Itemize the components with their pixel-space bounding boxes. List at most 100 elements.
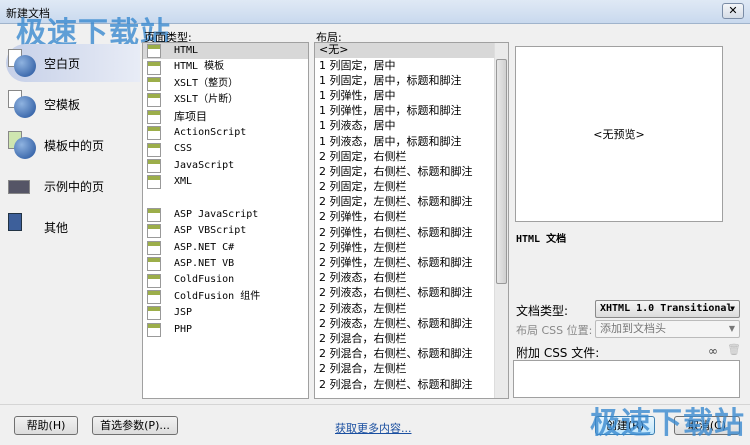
doctype-select[interactable]: XHTML 1.0 Transitional ▼ (595, 300, 740, 318)
doctype-value: XHTML 1.0 Transitional (600, 303, 733, 314)
link-icon[interactable]: ∞ (708, 344, 718, 358)
layout-scrollbar[interactable] (494, 43, 508, 398)
preferences-button[interactable]: 首选参数(P)... (92, 416, 178, 435)
page-type-label: 库项目 (174, 109, 207, 123)
layout-item[interactable]: 2 列液态，左侧栏、标题和脚注 (315, 316, 494, 331)
page-type-item[interactable]: HTML (143, 43, 308, 60)
layout-item[interactable]: 1 列液态，居中，标题和脚注 (315, 134, 494, 149)
get-more-content-link[interactable]: 获取更多内容... (335, 420, 412, 436)
page-type-item[interactable]: XSLT（片断） (143, 92, 308, 108)
page-type-label: CSS (174, 143, 193, 155)
chevron-down-icon: ▼ (728, 324, 735, 333)
layout-item[interactable]: 2 列固定，左侧栏 (315, 180, 494, 195)
category-list: 空白页 空模板 模板中的页 示例中的页 其他 (0, 40, 140, 400)
page-type-item[interactable]: 库项目 (143, 109, 308, 125)
category-label: 示例中的页 (44, 179, 105, 194)
page-type-item[interactable]: ASP.NET VB (143, 256, 308, 272)
layout-item[interactable]: 2 列液态，左侧栏 (315, 301, 494, 316)
page-type-item[interactable]: ASP.NET C# (143, 240, 308, 256)
preview-box: <无预览> (515, 46, 723, 222)
page-type-item[interactable]: ASP VBScript (143, 223, 308, 239)
file-icon (147, 44, 161, 59)
close-button[interactable]: ✕ (722, 3, 744, 19)
layout-item[interactable]: 1 列弹性，居中，标题和脚注 (315, 104, 494, 119)
watermark: 极速下载站 (590, 406, 745, 441)
category-other[interactable]: 其他 (6, 208, 140, 246)
layout-item[interactable]: 2 列混合，左侧栏、标题和脚注 (315, 377, 494, 392)
layout-item[interactable]: 1 列弹性，居中 (315, 89, 494, 104)
layout-item[interactable]: 2 列固定，右侧栏 (315, 149, 494, 164)
page-type-item[interactable]: CSS (143, 141, 308, 157)
file-icon (147, 257, 161, 272)
page-type-item[interactable]: XML (143, 174, 308, 190)
page-type-label: JSP (174, 307, 193, 319)
file-icon (147, 273, 161, 288)
layout-item[interactable]: 2 列混合，右侧栏 (315, 332, 494, 347)
layout-list[interactable]: <无> 1 列固定，居中 1 列固定，居中，标题和脚注 1 列弹性，居中 1 列弹性，居… (314, 42, 509, 399)
file-icon (147, 322, 161, 337)
css-position-label: 布局 CSS 位置: (516, 324, 593, 337)
scrollbar-thumb[interactable] (496, 59, 507, 284)
file-icon (147, 290, 161, 305)
attach-css-list[interactable] (513, 360, 740, 398)
layout-item[interactable]: 2 列混合，右侧栏、标题和脚注 (315, 347, 494, 362)
layout-item[interactable]: <无> (315, 43, 494, 59)
doctype-label: 文档类型: (516, 304, 569, 318)
page-type-label: ColdFusion (174, 274, 235, 286)
page-type-label: XSLT（整页） (174, 77, 239, 89)
category-blank-template[interactable]: 空模板 (6, 85, 140, 123)
category-label: 其他 (44, 220, 69, 235)
layout-item[interactable]: 1 列液态，居中 (315, 119, 494, 134)
chevron-down-icon: ▼ (730, 304, 735, 313)
file-icon (147, 224, 161, 239)
file-icon (147, 208, 161, 223)
page-type-item[interactable]: JSP (143, 305, 308, 321)
page-type-list[interactable]: HTML HTML 模板 XSLT（整页） XSLT（片断） 库项目 ActionScri… (142, 42, 309, 399)
attach-css-label: 附加 CSS 文件: (516, 346, 600, 360)
page-type-item[interactable]: HTML 模板 (143, 59, 308, 75)
page-type-item[interactable]: PHP (143, 322, 308, 338)
page-type-item[interactable]: ASP JavaScript (143, 207, 308, 223)
page-type-label: XSLT（片断） (174, 94, 239, 106)
css-position-select[interactable]: 添加到文档头 ▼ (595, 320, 740, 338)
page-type-item[interactable]: ColdFusion 组件 (143, 289, 308, 305)
category-blank-page[interactable]: 空白页 (6, 44, 140, 82)
file-icon (147, 60, 161, 75)
page-type-item[interactable]: ActionScript (143, 125, 308, 141)
file-icon (147, 142, 161, 157)
category-page-from-template[interactable]: 模板中的页 (6, 126, 140, 164)
page-type-item[interactable]: JavaScript (143, 158, 308, 174)
file-icon (147, 240, 161, 255)
page-type-item[interactable]: XSLT（整页） (143, 76, 308, 92)
page-type-label: PHP (174, 323, 193, 335)
help-button[interactable]: 帮助(H) (14, 416, 78, 435)
layout-item[interactable]: 1 列固定，居中 (315, 58, 494, 73)
layout-item[interactable]: 2 列混合，左侧栏 (315, 362, 494, 377)
blank-template-icon (6, 90, 36, 118)
sample-page-icon (6, 172, 36, 200)
category-label: 模板中的页 (44, 138, 105, 153)
category-label: 空白页 (44, 56, 81, 71)
category-page-from-sample[interactable]: 示例中的页 (6, 167, 140, 205)
layout-item[interactable]: 2 列弹性，左侧栏 (315, 240, 494, 255)
page-type-label: XML (174, 176, 193, 188)
file-icon (147, 76, 161, 91)
layout-item[interactable]: 1 列固定，居中，标题和脚注 (315, 73, 494, 88)
css-position-value: 添加到文档头 (600, 322, 666, 335)
layout-item[interactable]: 2 列固定，右侧栏、标题和脚注 (315, 165, 494, 180)
page-type-label: ActionScript (174, 126, 247, 138)
layout-item[interactable]: 2 列弹性，左侧栏、标题和脚注 (315, 256, 494, 271)
preview-description: HTML 文档 (516, 234, 567, 245)
layout-item[interactable]: 2 列弹性，右侧栏 (315, 210, 494, 225)
layout-item[interactable]: 2 列弹性，右侧栏、标题和脚注 (315, 225, 494, 240)
page-type-item[interactable]: ColdFusion (143, 272, 308, 288)
page-type-label: ASP.NET VB (174, 258, 235, 270)
trash-icon[interactable]: 🗑 (727, 343, 741, 356)
page-type-label: ASP JavaScript (174, 208, 259, 220)
other-icon (6, 213, 36, 241)
layout-item[interactable]: 2 列液态，右侧栏、标题和脚注 (315, 286, 494, 301)
category-label: 空模板 (44, 97, 81, 112)
layout-item[interactable]: 2 列固定，左侧栏、标题和脚注 (315, 195, 494, 210)
page-type-label: JavaScript (174, 159, 235, 171)
layout-item[interactable]: 2 列液态，右侧栏 (315, 271, 494, 286)
